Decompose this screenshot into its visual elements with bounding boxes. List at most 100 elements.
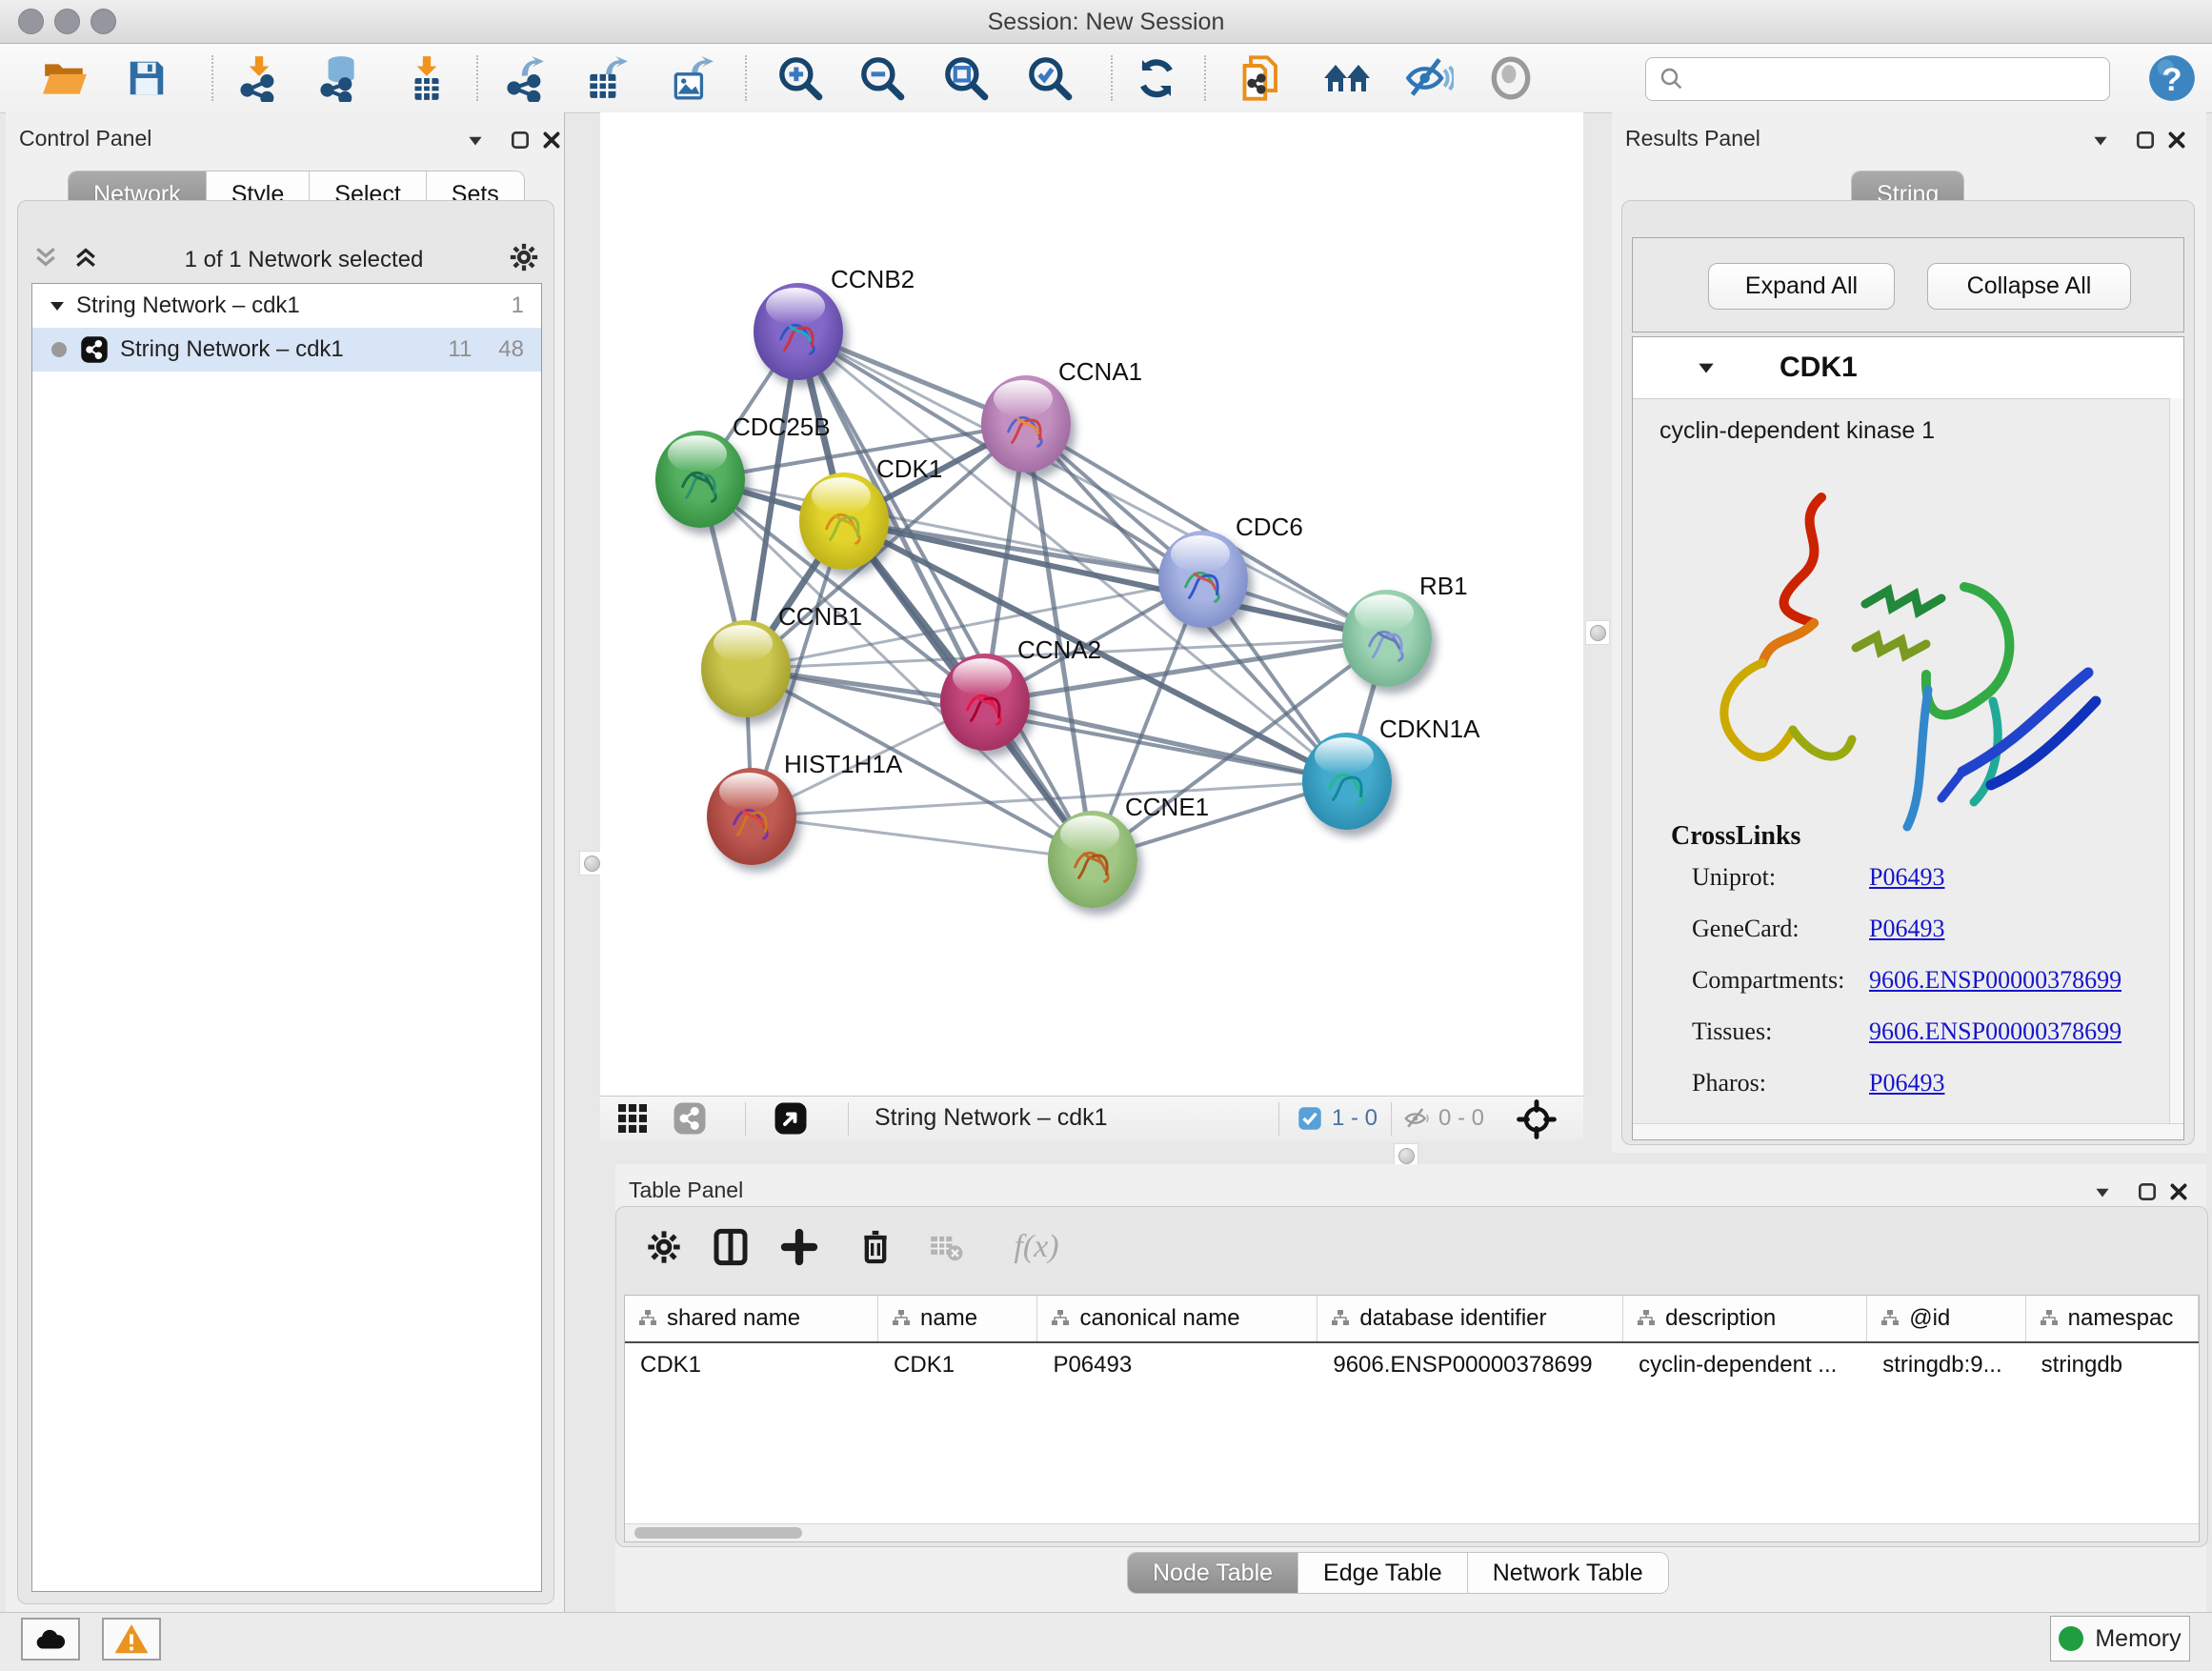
toolbar-separator: [1278, 1102, 1279, 1136]
hidden-counts: 0 - 0: [1438, 1105, 1484, 1132]
delete-column-icon[interactable]: [851, 1222, 900, 1272]
results-hscrollbar[interactable]: [1633, 1123, 2183, 1139]
delete-table-icon[interactable]: [921, 1222, 971, 1272]
network-node-RB1[interactable]: [1342, 590, 1432, 687]
network-row-selected[interactable]: String Network – cdk1 11 48: [32, 328, 541, 372]
hide-selected-button[interactable]: [1402, 51, 1456, 105]
apply-layout-button[interactable]: [1130, 51, 1183, 105]
application-window: Session: New Session: [0, 0, 2212, 1671]
main-toolbar: ?: [0, 44, 2212, 113]
expand-all-networks-icon[interactable]: [71, 243, 100, 276]
table-panel-close-icon[interactable]: [2166, 1179, 2191, 1204]
control-panel-float-icon[interactable]: [508, 128, 533, 152]
column-header-database-identifier[interactable]: database identifier: [1317, 1296, 1623, 1341]
crosslink-row: Uniprot:P06493: [1692, 863, 1944, 892]
toolbar-separator: [848, 1102, 849, 1136]
grid-mode-icon[interactable]: [615, 1101, 650, 1136]
gene-expander-icon: [1696, 357, 1717, 378]
export-image-button[interactable]: [665, 51, 718, 105]
cell-description: cyclin-dependent ...: [1623, 1343, 1867, 1387]
column-header-@id[interactable]: @id: [1867, 1296, 2025, 1341]
collapse-all-networks-icon[interactable]: [31, 243, 60, 276]
control-panel: Control Panel NetworkStyleSelectSets 1 o…: [6, 112, 565, 1612]
column-header-name[interactable]: name: [878, 1296, 1037, 1341]
expand-all-button[interactable]: Expand All: [1708, 263, 1895, 310]
network-node-CDC25B[interactable]: [655, 431, 745, 528]
table-header-row: shared namenamecanonical namedatabase id…: [625, 1296, 2199, 1343]
results-scrollbar[interactable]: [2169, 398, 2183, 1139]
show-columns-icon[interactable]: [706, 1222, 755, 1272]
crosslink-link[interactable]: P06493: [1869, 863, 1944, 891]
network-node-HIST1H1A[interactable]: [707, 768, 796, 865]
help-button[interactable]: ?: [2145, 51, 2199, 105]
column-header-namespac[interactable]: namespac: [2026, 1296, 2199, 1341]
crosslink-link[interactable]: 9606.ENSP00000378699: [1869, 966, 2122, 994]
network-node-CDKN1A[interactable]: [1302, 733, 1392, 830]
tab-network-table[interactable]: Network Table: [1468, 1553, 1668, 1593]
show-all-button[interactable]: [1484, 51, 1538, 105]
center-view-crosshair-icon[interactable]: [1517, 1099, 1557, 1139]
crosslink-link[interactable]: 9606.ENSP00000378699: [1869, 1017, 2122, 1045]
column-header-canonical-name[interactable]: canonical name: [1037, 1296, 1317, 1341]
node-label-CDC6: CDC6: [1236, 513, 1303, 542]
control-panel-close-icon[interactable]: [539, 128, 564, 152]
network-nodes-layer: CCNB2CCNA1CDC25BCDK1CDC6RB1CCNB1CCNA2CDK…: [600, 112, 1583, 1096]
network-collection-row[interactable]: String Network – cdk1 1: [32, 284, 541, 328]
birds-eye-view-icon[interactable]: [774, 1101, 808, 1136]
zoom-out-button[interactable]: [855, 51, 909, 105]
table-row[interactable]: CDK1CDK1P064939606.ENSP00000378699cyclin…: [625, 1343, 2199, 1387]
table-panel-float-icon[interactable]: [2135, 1179, 2160, 1204]
results-panel-menu-icon[interactable]: [2088, 128, 2113, 152]
network-node-CCNB1[interactable]: [701, 620, 791, 717]
zoom-selected-button[interactable]: [1023, 51, 1076, 105]
open-session-button[interactable]: [38, 51, 91, 105]
network-node-CCNE1[interactable]: [1048, 811, 1137, 908]
import-network-file-button[interactable]: [232, 51, 286, 105]
refresh-icon: [1134, 55, 1179, 101]
column-header-description[interactable]: description: [1623, 1296, 1867, 1341]
crosslink-link[interactable]: P06493: [1869, 915, 1944, 942]
network-options-gear-icon[interactable]: [508, 241, 540, 278]
collapse-all-button[interactable]: Collapse All: [1927, 263, 2131, 310]
cell-@id: stringdb:9...: [1867, 1343, 2025, 1387]
right-splitter-handle[interactable]: [1585, 620, 1610, 645]
column-header-shared-name[interactable]: shared name: [625, 1296, 878, 1341]
selected-checkbox-icon[interactable]: [1297, 1106, 1322, 1131]
table-gear-icon[interactable]: [639, 1222, 689, 1272]
network-view-share-icon[interactable]: [673, 1101, 707, 1136]
control-panel-menu-icon[interactable]: [463, 128, 488, 152]
network-node-CCNB2[interactable]: [754, 283, 843, 380]
node-label-CDC25B: CDC25B: [733, 413, 831, 442]
network-canvas[interactable]: CCNB2CCNA1CDC25BCDK1CDC6RB1CCNB1CCNA2CDK…: [600, 112, 1583, 1096]
network-tree: String Network – cdk1 1 String Network –…: [31, 283, 542, 1592]
add-column-icon[interactable]: [774, 1222, 824, 1272]
warning-status-button[interactable]: [102, 1618, 161, 1661]
search-input[interactable]: [1694, 66, 2109, 92]
cloud-status-button[interactable]: [21, 1618, 80, 1661]
gene-section-header[interactable]: CDK1: [1633, 337, 2183, 399]
memory-button[interactable]: Memory: [2050, 1616, 2190, 1661]
zoom-fit-icon: [942, 54, 990, 102]
zoom-in-button[interactable]: [774, 51, 827, 105]
export-table-button[interactable]: [579, 51, 633, 105]
session-share-button[interactable]: [1237, 51, 1290, 105]
results-panel-close-icon[interactable]: [2164, 128, 2189, 152]
import-table-button[interactable]: [400, 51, 453, 105]
results-panel-float-icon[interactable]: [2133, 128, 2158, 152]
tab-node-table[interactable]: Node Table: [1128, 1553, 1298, 1593]
network-node-CCNA2[interactable]: [940, 654, 1030, 751]
first-neighbors-button[interactable]: [1320, 51, 1374, 105]
zoom-fit-button[interactable]: [939, 51, 993, 105]
table-panel-menu-icon[interactable]: [2090, 1179, 2115, 1204]
network-node-CDC6[interactable]: [1158, 531, 1248, 628]
tab-edge-table[interactable]: Edge Table: [1298, 1553, 1468, 1593]
export-network-button[interactable]: [499, 51, 553, 105]
import-network-database-button[interactable]: [312, 51, 366, 105]
network-node-CCNA1[interactable]: [981, 375, 1071, 473]
cell-name: CDK1: [878, 1343, 1037, 1387]
crosslink-link[interactable]: P06493: [1869, 1069, 1944, 1097]
network-node-CDK1[interactable]: [799, 473, 889, 570]
export-table-icon: [582, 54, 630, 102]
table-hscrollbar-thumb[interactable]: [634, 1527, 802, 1539]
save-session-button[interactable]: [120, 51, 173, 105]
